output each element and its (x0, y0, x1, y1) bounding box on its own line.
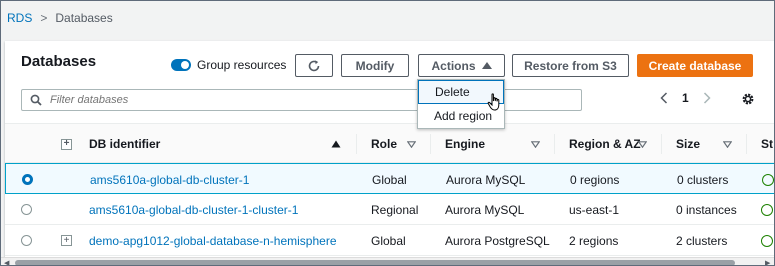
row-select-radio[interactable] (21, 235, 32, 246)
refresh-button[interactable] (295, 54, 333, 77)
status-available-icon (761, 234, 773, 247)
gear-icon (742, 93, 754, 105)
db-identifier-link[interactable]: demo-apg1012-global-database-n-hemispher… (89, 225, 337, 256)
engine-cell: Aurora PostgreSQL (445, 233, 550, 248)
databases-table: + DB identifier Role Engine Region & AZ (5, 123, 774, 256)
size-cell: 0 clusters (677, 172, 729, 187)
actions-button[interactable]: Actions (418, 54, 505, 77)
group-resources-label: Group resources (197, 58, 287, 72)
column-sort-ascending[interactable] (331, 124, 341, 164)
expand-all-icon[interactable]: + (61, 138, 72, 150)
horizontal-scrollbar[interactable]: ◀ ▶ (1, 257, 774, 265)
region-cell: 2 regions (569, 233, 619, 248)
group-resources-toggle[interactable]: Group resources (171, 58, 286, 72)
app-frame: RDS > Databases Databases Group resource… (0, 0, 775, 266)
role-cell: Global (372, 172, 407, 187)
role-cell: Global (371, 233, 406, 248)
db-identifier-link[interactable]: ams5610a-global-db-cluster-1 (90, 164, 249, 195)
db-identifier-link[interactable]: ams5610a-global-db-cluster-1-cluster-1 (89, 194, 298, 225)
engine-cell: Aurora MySQL (445, 202, 525, 217)
breadcrumb-rds-link[interactable]: RDS (7, 11, 32, 25)
chevron-left-icon[interactable] (660, 92, 668, 104)
status-available-icon (761, 203, 773, 216)
row-select-radio[interactable] (22, 174, 33, 185)
role-sort-icon[interactable] (407, 124, 416, 164)
breadcrumb-separator-icon: > (40, 11, 48, 25)
engine-cell: Aurora MySQL (446, 172, 526, 187)
sort-ascending-icon (331, 140, 341, 148)
modify-button[interactable]: Modify (341, 54, 409, 77)
size-cell: 2 clusters (676, 233, 728, 248)
search-input[interactable] (50, 94, 470, 106)
toggle-switch-icon[interactable] (171, 59, 191, 71)
breadcrumb: RDS > Databases (1, 1, 774, 35)
column-header-region-az[interactable]: Region & AZ (569, 124, 641, 164)
header-expand-all[interactable]: + (61, 124, 72, 164)
region-sort-icon[interactable] (638, 124, 647, 164)
chevron-right-icon[interactable] (703, 92, 711, 104)
table-row[interactable]: ams5610a-global-db-cluster-1-cluster-1 R… (5, 194, 774, 225)
breadcrumb-current: Databases (55, 11, 113, 25)
region-cell: us-east-1 (569, 202, 620, 217)
databases-panel: Databases Group resources Modify Actions… (5, 41, 774, 265)
caret-up-icon (481, 62, 492, 69)
region-cell: 0 regions (570, 172, 620, 187)
refresh-icon (308, 59, 320, 71)
page-number[interactable]: 1 (682, 91, 689, 105)
hand-cursor-icon (487, 93, 503, 114)
role-cell: Regional (371, 202, 419, 217)
column-header-status[interactable]: St (761, 124, 773, 164)
create-database-button[interactable]: Create database (637, 54, 753, 77)
size-cell: 0 instances (676, 202, 737, 217)
page-title: Databases (21, 53, 97, 70)
column-header-engine[interactable]: Engine (445, 124, 485, 164)
row-select-radio[interactable] (21, 204, 32, 215)
scroll-right-icon[interactable]: ▶ (765, 259, 770, 265)
column-header-db-identifier[interactable]: DB identifier (89, 124, 160, 164)
restore-from-s3-button[interactable]: Restore from S3 (512, 54, 629, 77)
engine-sort-icon[interactable] (531, 124, 540, 164)
table-settings-button[interactable] (741, 92, 755, 109)
search-icon (30, 94, 42, 106)
scrollbar-thumb[interactable] (15, 260, 735, 265)
actions-button-label: Actions (431, 58, 476, 73)
pagination: 1 (660, 91, 711, 105)
column-header-role[interactable]: Role (371, 124, 397, 164)
table-header: + DB identifier Role Engine Region & AZ (5, 123, 774, 164)
scroll-left-icon[interactable]: ◀ (4, 259, 9, 265)
status-available-icon (762, 173, 774, 186)
expand-row-icon[interactable]: + (61, 235, 72, 246)
size-sort-icon[interactable] (723, 124, 732, 164)
table-row[interactable]: + demo-apg1012-global-database-n-hemisph… (5, 225, 774, 256)
table-row[interactable]: ams5610a-global-db-cluster-1 Global Auro… (5, 163, 774, 195)
column-header-size[interactable]: Size (676, 124, 700, 164)
